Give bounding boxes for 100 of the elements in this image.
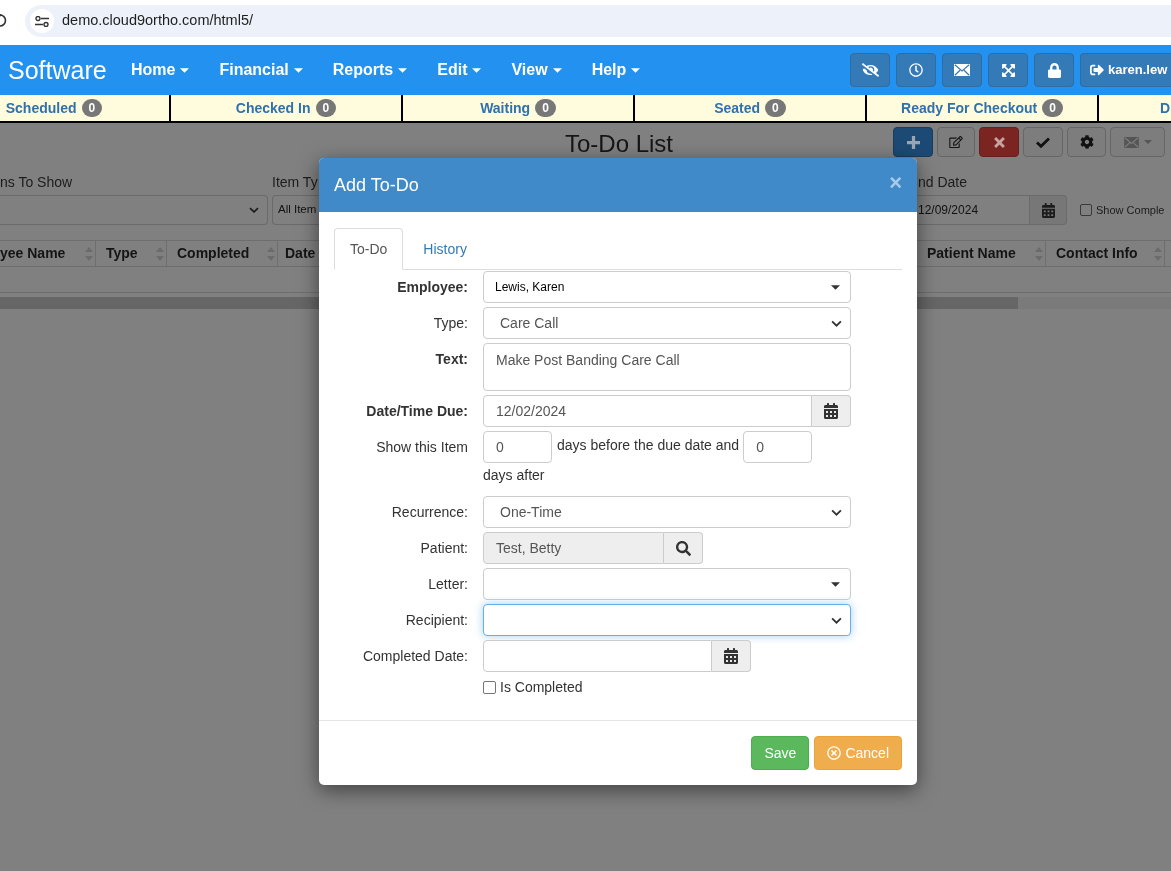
tab[interactable]: To-Do — [334, 228, 404, 270]
field-label: Patient: — [420, 539, 468, 558]
plus-icon — [906, 135, 920, 149]
column-header[interactable]: Patient Name — [927, 243, 1016, 264]
calendar-icon — [1041, 202, 1055, 218]
column-header[interactable]: yee Name — [0, 243, 66, 264]
reload-icon[interactable] — [0, 14, 7, 27]
nav-menu[interactable]: Home — [116, 45, 205, 95]
caret-icon — [552, 67, 562, 73]
number-field[interactable]: 0 — [743, 431, 813, 463]
nav-menu[interactable]: Reports — [317, 45, 423, 95]
chevron-down-icon — [831, 616, 842, 624]
caret-icon — [398, 67, 408, 73]
status-label[interactable]: D — [1160, 99, 1171, 117]
url-text: demo.cloud9ortho.com/html5/ — [62, 11, 253, 31]
checkbox[interactable] — [483, 680, 496, 694]
address-bar[interactable]: demo.cloud9ortho.com/html5/ — [25, 5, 1171, 37]
close-icon — [993, 136, 1005, 148]
lock-icon — [1047, 62, 1061, 78]
user-button[interactable]: karen.lew — [1080, 53, 1171, 87]
status-label[interactable]: Waiting — [480, 99, 531, 117]
toolbar-button[interactable] — [988, 53, 1028, 87]
count-badge: 0 — [535, 99, 556, 117]
date-field[interactable] — [483, 640, 712, 672]
complete-button[interactable] — [1023, 127, 1063, 157]
number-field[interactable]: 0 — [483, 431, 552, 463]
page-title: To-Do List — [565, 131, 674, 157]
chevron-down-icon — [831, 508, 842, 516]
edit-button[interactable] — [937, 127, 975, 157]
calendar-icon — [824, 403, 838, 419]
dropdown-field[interactable] — [483, 568, 851, 600]
column-header[interactable]: Date — [285, 243, 316, 264]
tab[interactable]: History — [407, 228, 483, 270]
count-badge: 0 — [1042, 99, 1063, 117]
logo-text[interactable]: Software — [8, 55, 107, 84]
field-text: days before the due date and — [557, 436, 740, 455]
toolbar-button[interactable] — [896, 53, 936, 87]
field-label: Recipient: — [405, 611, 468, 630]
field-label: Date/Time Due: — [366, 402, 468, 421]
status-label[interactable]: Seated — [714, 99, 761, 117]
checkbox[interactable] — [1080, 204, 1092, 216]
checkbox-label: Is Completed — [500, 677, 583, 697]
date-field[interactable]: 12/02/2024 — [483, 395, 812, 427]
tune-icon[interactable] — [30, 9, 54, 33]
envelope-icon — [954, 64, 970, 76]
select-field[interactable]: Care Call — [483, 307, 851, 339]
eye-slash-icon — [861, 63, 879, 77]
select-field[interactable] — [483, 604, 851, 636]
caret-icon — [831, 581, 840, 587]
nav-menu[interactable]: View — [496, 45, 577, 95]
caret-icon — [180, 67, 190, 73]
caret-icon — [293, 67, 303, 73]
select-field[interactable] — [0, 195, 268, 225]
sign-out-icon — [1090, 63, 1104, 77]
nav-menu[interactable]: Financial — [204, 45, 318, 95]
toolbar-button[interactable] — [850, 53, 890, 87]
column-header[interactable]: Completed — [177, 243, 250, 264]
count-badge: 0 — [81, 99, 103, 117]
calendar-icon — [724, 648, 738, 664]
save-button[interactable]: Save — [751, 736, 810, 770]
chevron-down-icon — [249, 207, 259, 213]
caret-icon — [472, 67, 482, 73]
text-area[interactable]: Make Post Banding Care Call — [483, 343, 851, 391]
filter-label: Item Ty — [272, 174, 318, 190]
status-label[interactable]: Ready For Checkout — [901, 99, 1038, 117]
field-label: Recurrence: — [391, 503, 468, 522]
checkbox-label: Show Comple — [1096, 202, 1165, 218]
chevron-down-icon — [831, 319, 842, 327]
search-button[interactable] — [664, 532, 703, 564]
fullscreen-icon — [1001, 62, 1015, 78]
settings-button[interactable] — [1067, 127, 1106, 157]
nav-menu[interactable]: Edit — [422, 45, 497, 95]
dialog-title: Add To-Do — [334, 173, 419, 197]
column-header[interactable]: Type — [106, 243, 138, 264]
caret-icon — [831, 284, 840, 290]
lookup-field[interactable]: Test, Betty — [483, 532, 664, 564]
search-icon — [675, 540, 691, 556]
column-header[interactable]: Contact Info — [1056, 243, 1138, 264]
field-text: days after — [483, 467, 545, 483]
caret-icon — [1143, 140, 1152, 144]
toolbar-button[interactable] — [942, 53, 982, 87]
delete-button[interactable] — [979, 127, 1019, 157]
field-label: Letter: — [428, 575, 468, 594]
field-label: Type: — [433, 314, 468, 333]
envelope-icon — [1123, 136, 1139, 148]
add-button[interactable] — [893, 127, 933, 157]
edit-icon — [949, 136, 963, 148]
check-icon — [1036, 136, 1050, 148]
count-badge: 0 — [315, 99, 337, 117]
field-label: Completed Date: — [362, 647, 468, 666]
select-field[interactable]: One-Time — [483, 496, 851, 528]
filter-label: nd Date — [918, 174, 968, 190]
dropdown-field[interactable]: Lewis, Karen — [483, 271, 851, 303]
nav-menu[interactable]: Help — [576, 45, 656, 95]
status-label[interactable]: Scheduled — [5, 99, 77, 117]
settings-icon — [1079, 135, 1094, 149]
status-label[interactable]: Checked In — [235, 99, 311, 117]
toolbar-button[interactable] — [1034, 53, 1074, 87]
field-label: Text: — [435, 350, 468, 369]
field-label: Employee: — [397, 278, 468, 297]
